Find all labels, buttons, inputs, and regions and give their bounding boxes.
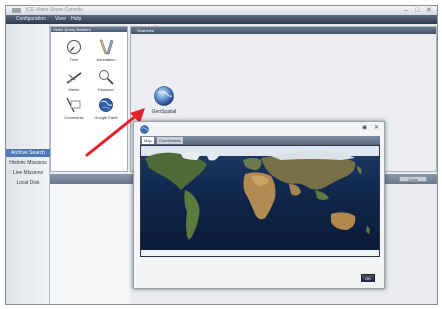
minimize-button[interactable]: – [404, 6, 408, 15]
world-map[interactable] [140, 145, 380, 257]
magnifier-icon [99, 70, 114, 85]
tab-coordinates[interactable]: Coordinates [157, 137, 183, 144]
status-bar [6, 304, 437, 305]
menu-help[interactable]: Help [69, 16, 83, 23]
tool-time[interactable]: Time [61, 39, 87, 69]
tool-label: Annotation [96, 57, 116, 62]
stopwatch-icon [67, 40, 81, 54]
help-icon[interactable]: ◉ [362, 123, 367, 133]
searches-title: Searches [131, 27, 436, 34]
close-button[interactable]: ✕ [426, 6, 432, 15]
navigation-panel: Archive Search Historic Missions Live Mi… [6, 24, 50, 304]
gauge-icon [66, 72, 82, 84]
tool-metric[interactable]: Metric [61, 69, 87, 99]
dialog-close-button[interactable]: ✕ [374, 123, 379, 133]
tool-annotation[interactable]: Annotation [93, 39, 119, 69]
geospatial-search-item[interactable]: GeoSpatial [151, 85, 177, 125]
globe-icon [154, 86, 174, 106]
lower-left-panel [50, 184, 130, 304]
note-icon [66, 97, 81, 113]
nav-item-archive-search[interactable]: Archive Search [6, 149, 50, 157]
menu-view[interactable]: View [53, 16, 68, 23]
nav-item-live-missions[interactable]: Live Missions [6, 169, 50, 177]
menu-bar: Configuration View Help [6, 15, 437, 24]
geospatial-dialog: ◉ ✕ Map Coordinates OK [133, 121, 385, 289]
tab-map[interactable]: Map [142, 137, 154, 144]
title-bar: ICE Video Share Console – □ ✕ [6, 6, 437, 15]
nav-item-historic-missions[interactable]: Historic Missions [6, 159, 50, 167]
dialog-globe-icon [140, 125, 149, 134]
geospatial-label: GeoSpatial [151, 109, 177, 115]
tool-label: Metric [68, 87, 80, 92]
window-title: ICE Video Share Console [26, 7, 83, 13]
maximize-button[interactable]: □ [415, 6, 419, 15]
tool-keyword[interactable]: Keyword [93, 69, 119, 99]
results-close-button[interactable]: Close [399, 176, 427, 182]
pencil-icon [99, 39, 114, 55]
nav-item-local-disk[interactable]: Local Disk [6, 179, 50, 187]
app-icon [12, 8, 21, 13]
world-map-image [141, 146, 379, 256]
ok-button[interactable]: OK [361, 274, 375, 282]
tool-label: Time [69, 57, 79, 62]
tool-label: Keyword [98, 87, 114, 92]
menu-configuration[interactable]: Configuration [14, 16, 48, 23]
toolbox-title: Video Query Builders [51, 27, 127, 32]
